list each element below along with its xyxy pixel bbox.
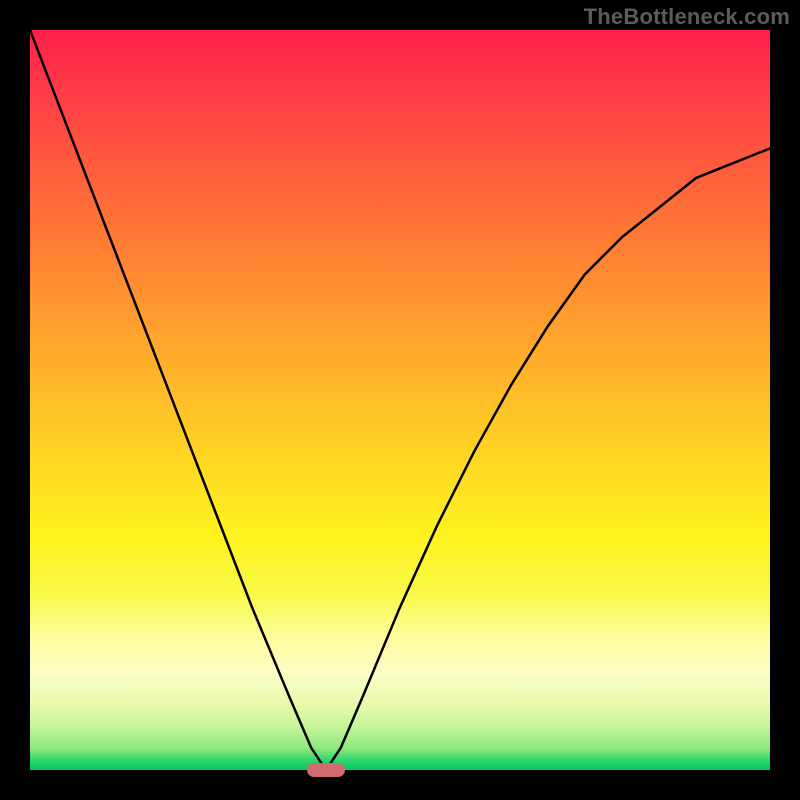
bottleneck-curve bbox=[30, 30, 770, 770]
plot-area bbox=[30, 30, 770, 770]
curve-svg bbox=[30, 30, 770, 770]
watermark-text: TheBottleneck.com bbox=[584, 4, 790, 30]
minimum-marker bbox=[307, 763, 345, 777]
chart-frame: TheBottleneck.com bbox=[0, 0, 800, 800]
